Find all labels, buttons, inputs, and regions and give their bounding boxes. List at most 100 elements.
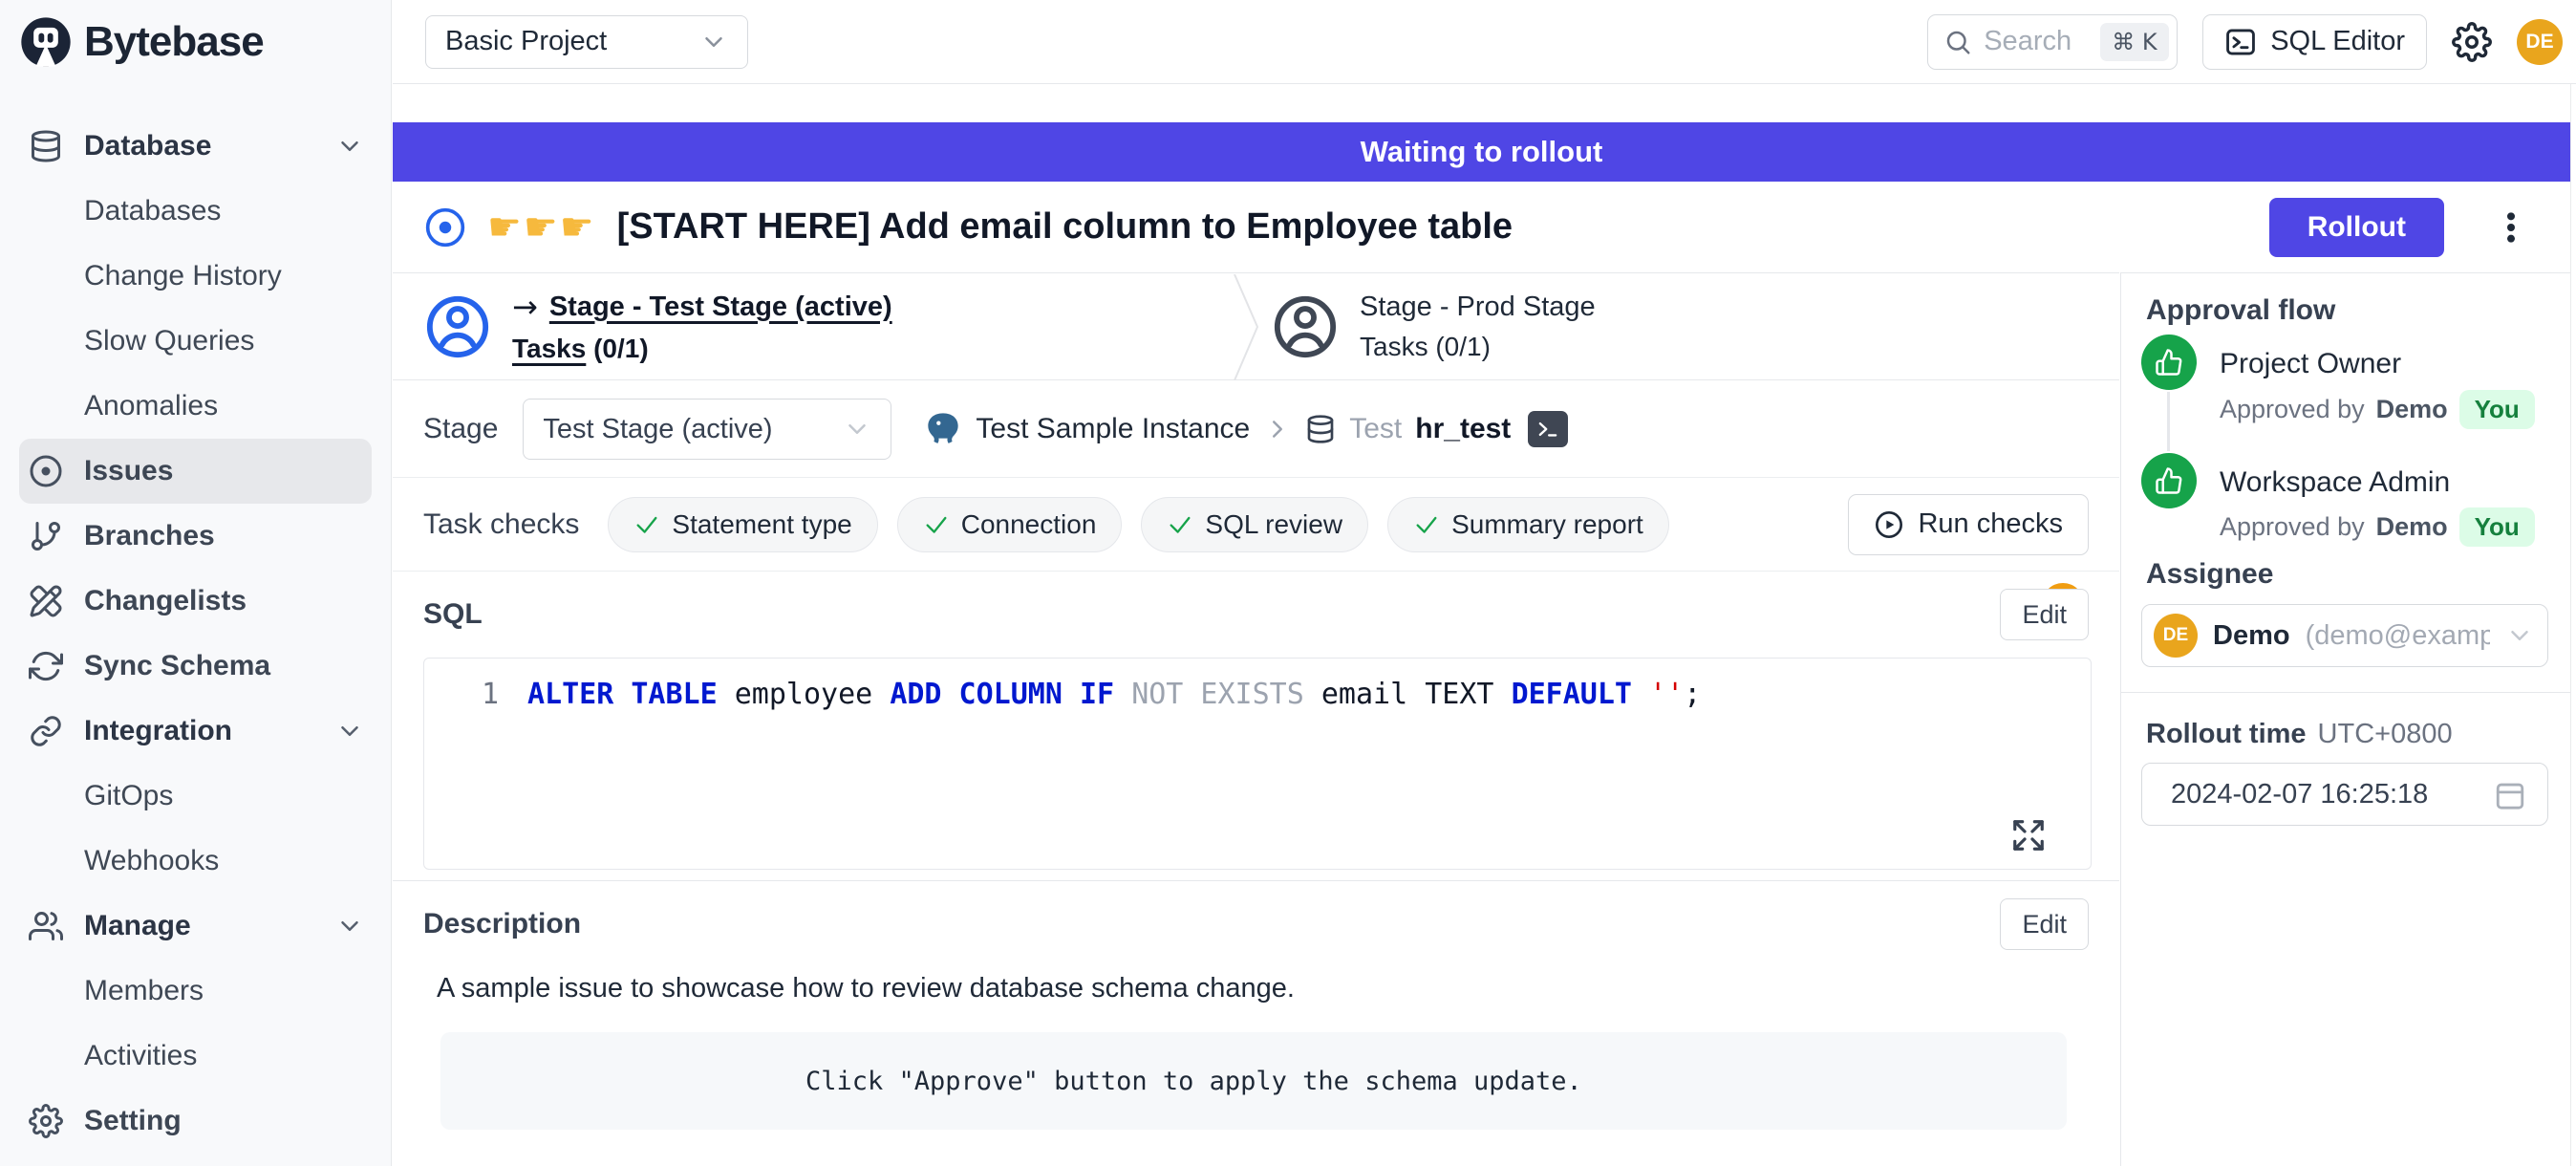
- environment-label: Test: [1349, 413, 1402, 445]
- you-badge: You: [2459, 507, 2535, 547]
- search-box[interactable]: ⌘ K: [1927, 14, 2178, 70]
- search-input[interactable]: [1984, 26, 2089, 57]
- sidebar-item-label: Slow Queries: [84, 325, 254, 357]
- database-icon: [29, 129, 63, 163]
- sql-code-editor[interactable]: 1ALTER TABLE employee ADD COLUMN IF NOT …: [423, 658, 2092, 870]
- sidebar-item-manage[interactable]: Manage: [0, 894, 391, 959]
- scrollbar-gutter[interactable]: [2570, 84, 2576, 1166]
- sidebar-item-change-history[interactable]: Change History: [0, 244, 391, 309]
- search-icon: [1943, 28, 1972, 56]
- stage-tab-test[interactable]: → Stage - Test Stage (active) Tasks (0/1…: [424, 273, 892, 379]
- postgres-icon: [924, 410, 962, 448]
- approved-thumbs-up-icon: [2141, 335, 2197, 390]
- sql-edit-button[interactable]: Edit: [2000, 589, 2089, 640]
- sql-token: email TEXT: [1321, 678, 1512, 711]
- sql-token: DEFAULT: [1512, 678, 1650, 711]
- description-code-text: Click "Approve" button to apply the sche…: [440, 1067, 1582, 1096]
- sidebar-item-setting[interactable]: Setting: [0, 1089, 391, 1154]
- sidebar-item-label: Activities: [84, 1040, 197, 1072]
- sidebar-item-anomalies[interactable]: Anomalies: [0, 374, 391, 439]
- task-checks-row: Task checks Statement type Connection SQ…: [393, 478, 2119, 572]
- sidebar-item-database[interactable]: Database: [0, 114, 391, 179]
- sidebar-item-label: Members: [84, 975, 204, 1007]
- stage-select[interactable]: Test Stage (active): [523, 399, 891, 460]
- chevron-down-icon: [335, 132, 364, 161]
- sidebar-item-activities[interactable]: Activities: [0, 1024, 391, 1089]
- status-banner-text: Waiting to rollout: [1361, 135, 1603, 169]
- check-connection[interactable]: Connection: [897, 497, 1123, 552]
- check-statement-type[interactable]: Statement type: [608, 497, 877, 552]
- check-summary-report[interactable]: Summary report: [1387, 497, 1669, 552]
- sidebar-item-issues[interactable]: Issues: [19, 439, 372, 504]
- sql-heading: SQL: [423, 598, 483, 631]
- kebab-menu-icon[interactable]: [2490, 203, 2532, 252]
- stage-tasks-word: Tasks: [1360, 332, 1428, 361]
- assignee-select[interactable]: DE Demo (demo@example: [2141, 604, 2548, 667]
- sidebar-item-slow-queries[interactable]: Slow Queries: [0, 309, 391, 374]
- stage-tasks-count: (0/1): [593, 334, 649, 363]
- line-number: 1: [424, 678, 499, 711]
- bytebase-logo[interactable]: Bytebase: [19, 15, 264, 69]
- sidebar-item-label: Integration: [84, 715, 232, 747]
- assignee-heading: Assignee: [2146, 558, 2273, 591]
- check-icon: [1413, 511, 1440, 538]
- gear-icon[interactable]: [2452, 22, 2492, 62]
- topbar-actions: ⌘ K SQL Editor DE: [1927, 14, 2563, 70]
- pencil-ruler-icon: [29, 584, 63, 618]
- open-in-sql-editor-icon[interactable]: [1528, 411, 1568, 447]
- sidebar-item-label: Anomalies: [84, 390, 218, 422]
- rollout-timezone: UTC+0800: [2318, 719, 2453, 749]
- sidebar-item-members[interactable]: Members: [0, 959, 391, 1024]
- run-checks-button[interactable]: Run checks: [1848, 494, 2089, 555]
- project-select[interactable]: Basic Project: [425, 15, 748, 69]
- sync-icon: [29, 649, 63, 683]
- sidebar-item-label: Sync Schema: [84, 650, 270, 682]
- topbar: Basic Project ⌘ K SQL Editor DE: [393, 0, 2576, 84]
- sidebar-item-branches[interactable]: Branches: [0, 504, 391, 569]
- expand-icon[interactable]: [2010, 817, 2047, 853]
- calendar-icon[interactable]: [2494, 778, 2526, 810]
- rollout-time-input[interactable]: 2024-02-07 16:25:18: [2141, 763, 2548, 826]
- sidebar-item-gitops[interactable]: GitOps: [0, 764, 391, 829]
- sidebar-item-webhooks[interactable]: Webhooks: [0, 829, 391, 894]
- rollout-time-value: 2024-02-07 16:25:18: [2171, 779, 2428, 810]
- sidebar-item-sync-schema[interactable]: Sync Schema: [0, 634, 391, 699]
- stage-tab-prod[interactable]: Stage - Prod Stage Tasks (0/1): [1272, 273, 1596, 379]
- issue-title-row: ☛☛☛ [START HERE] Add email column to Emp…: [393, 182, 2570, 272]
- rollout-button[interactable]: Rollout: [2269, 198, 2444, 257]
- instance-name[interactable]: Test Sample Instance: [976, 413, 1250, 445]
- sidebar-item-label: Webhooks: [84, 845, 219, 877]
- check-sql-review[interactable]: SQL review: [1141, 497, 1368, 552]
- sql-token: '': [1649, 678, 1684, 711]
- check-label: Summary report: [1451, 509, 1643, 540]
- sidebar-item-label: Database: [84, 130, 211, 162]
- sidebar-item-databases[interactable]: Databases: [0, 179, 391, 244]
- approval-status: Approved by: [2220, 512, 2365, 542]
- project-select-value: Basic Project: [445, 26, 607, 57]
- stage-name: Stage - Prod Stage: [1360, 292, 1596, 323]
- check-icon: [923, 511, 950, 538]
- issue-side-panel: Approval flow Project Owner Approved by …: [2120, 272, 2570, 1166]
- pointing-hand-icons: ☛☛☛: [487, 205, 596, 249]
- description-edit-button[interactable]: Edit: [2000, 898, 2089, 950]
- description-code-block: Click "Approve" button to apply the sche…: [440, 1032, 2067, 1130]
- user-avatar[interactable]: DE: [2517, 19, 2563, 65]
- sidebar-item-changelists[interactable]: Changelists: [0, 569, 391, 634]
- sql-editor-label: SQL Editor: [2270, 26, 2405, 57]
- status-banner: Waiting to rollout: [393, 122, 2570, 182]
- chevron-down-icon: [2505, 621, 2534, 650]
- run-checks-label: Run checks: [1918, 508, 2063, 540]
- approved-thumbs-up-icon: [2141, 453, 2197, 508]
- issue-open-icon: [424, 206, 466, 248]
- rollout-time-label: Rollout timeUTC+0800: [2146, 719, 2453, 750]
- sidebar-item-label: Change History: [84, 260, 282, 292]
- terminal-icon: [2224, 26, 2257, 58]
- chevron-down-icon: [335, 912, 364, 940]
- database-name[interactable]: hr_test: [1415, 413, 1511, 445]
- sql-editor-button[interactable]: SQL Editor: [2202, 14, 2427, 70]
- database-breadcrumb: Test Sample Instance Test hr_test: [924, 410, 1568, 448]
- approver-name: Demo: [2376, 512, 2448, 542]
- sidebar-item-label: GitOps: [84, 780, 173, 812]
- chevron-down-icon: [699, 28, 728, 56]
- sidebar-item-integration[interactable]: Integration: [0, 699, 391, 764]
